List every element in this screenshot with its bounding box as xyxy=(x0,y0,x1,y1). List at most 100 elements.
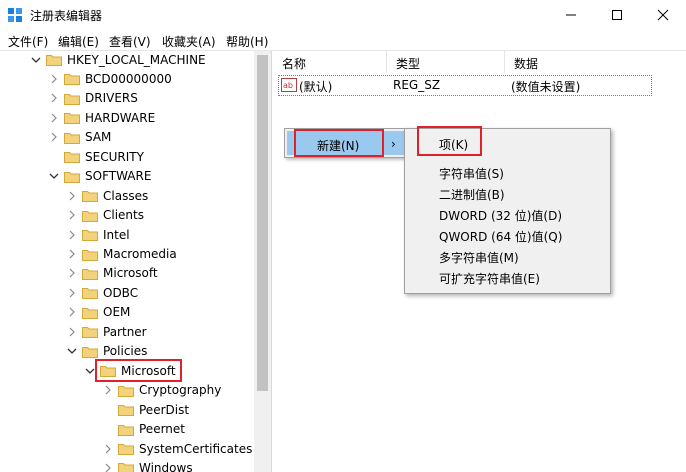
chevron-right-icon[interactable] xyxy=(66,267,78,279)
tree-node[interactable]: SystemCertificates xyxy=(102,439,252,458)
tree-node[interactable]: ODBC xyxy=(66,283,138,302)
chevron-right-icon[interactable] xyxy=(102,384,114,396)
tree-scrollbar[interactable] xyxy=(254,51,271,472)
tree-node[interactable]: Intel xyxy=(66,225,130,244)
tree-node[interactable]: DRIVERS xyxy=(48,89,138,108)
tree-node-label: DRIVERS xyxy=(85,91,138,106)
folder-icon xyxy=(64,170,80,183)
tree-node[interactable]: HARDWARE xyxy=(48,108,155,127)
tree-node-label: SAM xyxy=(85,130,112,145)
tree-node[interactable]: Microsoft xyxy=(66,264,158,283)
maximize-button[interactable] xyxy=(594,0,640,30)
menu-file[interactable]: 文件(F) xyxy=(8,33,48,50)
folder-icon xyxy=(64,111,80,125)
chevron-right-icon[interactable] xyxy=(102,462,114,472)
folder-icon xyxy=(82,209,98,222)
chevron-right-icon[interactable] xyxy=(66,229,78,241)
close-button[interactable] xyxy=(640,0,686,30)
chevron-right-icon[interactable] xyxy=(66,248,78,260)
folder-icon xyxy=(82,325,98,339)
tree-node[interactable]: Windows xyxy=(102,458,193,472)
tree-node-label: SECURITY xyxy=(85,149,144,164)
menu-favorites[interactable]: 收藏夹(A) xyxy=(162,33,216,50)
folder-icon xyxy=(118,384,134,397)
submenu-item[interactable]: QWORD (64 位)值(Q) xyxy=(439,228,562,245)
submenu-arrow-icon: › xyxy=(391,137,396,151)
maximize-icon xyxy=(612,10,622,20)
tree-scrollbar-thumb[interactable] xyxy=(257,55,268,391)
menu-edit[interactable]: 编辑(E) xyxy=(58,33,99,50)
folder-icon xyxy=(118,423,134,436)
chevron-right-icon[interactable] xyxy=(48,131,60,143)
folder-icon xyxy=(82,306,98,319)
tree-node[interactable]: OEM xyxy=(66,303,130,322)
menu-help[interactable]: 帮助(H) xyxy=(226,33,268,50)
folder-icon xyxy=(82,228,98,242)
tree-node-label: HARDWARE xyxy=(85,110,156,125)
tree-node-label: Policies xyxy=(103,344,148,359)
minimize-icon xyxy=(566,14,576,16)
tree-node-label: Microsoft xyxy=(103,266,158,281)
chevron-right-icon[interactable] xyxy=(66,287,78,299)
highlight-box-new xyxy=(294,129,384,157)
registry-editor-app-icon xyxy=(8,8,22,22)
submenu-item[interactable]: 二进制值(B) xyxy=(439,186,505,203)
tree-node[interactable]: Peernet xyxy=(102,420,185,439)
column-header-data[interactable]: 数据 xyxy=(514,55,538,72)
tree-node-label: OEM xyxy=(103,305,131,320)
chevron-right-icon[interactable] xyxy=(48,92,60,104)
tree-node[interactable]: Partner xyxy=(66,322,147,341)
chevron-right-icon[interactable] xyxy=(66,209,78,221)
registry-tree[interactable]: HKEY_LOCAL_MACHINE BCD00000000 DRIVERS HARD… xyxy=(0,51,272,472)
tree-node[interactable]: Macromedia xyxy=(66,245,177,264)
submenu-item[interactable]: DWORD (32 位)值(D) xyxy=(439,207,562,224)
column-separator[interactable] xyxy=(504,51,505,73)
chevron-right-icon[interactable] xyxy=(48,112,60,124)
tree-node-label: Cryptography xyxy=(139,383,222,398)
tree-node[interactable]: SECURITY xyxy=(48,147,144,166)
menu-view[interactable]: 查看(V) xyxy=(109,33,151,50)
title-bar: 注册表编辑器 xyxy=(0,0,686,30)
folder-icon xyxy=(82,267,98,280)
tree-node[interactable]: Policies xyxy=(66,342,147,361)
tree-node[interactable]: SOFTWARE xyxy=(48,167,151,186)
tree-node[interactable]: Cryptography xyxy=(102,381,221,400)
tree-node[interactable]: PeerDist xyxy=(102,400,189,419)
submenu-item[interactable]: 字符串值(S) xyxy=(439,165,504,182)
value-name: (默认) xyxy=(299,80,333,94)
submenu-item[interactable]: 可扩充字符串值(E) xyxy=(439,270,540,287)
chevron-down-icon[interactable] xyxy=(48,170,60,182)
folder-icon xyxy=(64,92,80,105)
string-value-icon: ab xyxy=(281,78,297,92)
column-header-name[interactable]: 名称 xyxy=(282,55,306,72)
tree-node[interactable]: BCD00000000 xyxy=(48,69,172,88)
tree-node-label: Intel xyxy=(103,227,130,242)
chevron-down-icon[interactable] xyxy=(66,345,78,357)
tree-node[interactable]: Classes xyxy=(66,186,148,205)
folder-icon xyxy=(64,131,80,144)
chevron-down-icon[interactable] xyxy=(30,54,42,66)
tree-node[interactable]: HKEY_LOCAL_MACHINE xyxy=(30,51,206,69)
svg-text:ab: ab xyxy=(283,81,293,90)
folder-icon xyxy=(82,345,98,358)
tree-node-label: Classes xyxy=(103,188,149,203)
tree-node-label: Peernet xyxy=(139,422,185,437)
folder-icon xyxy=(118,442,134,455)
chevron-right-icon[interactable] xyxy=(102,443,114,455)
column-header-type[interactable]: 类型 xyxy=(396,55,420,72)
tree-node-label: Macromedia xyxy=(103,247,177,261)
minimize-button[interactable] xyxy=(548,0,594,30)
menu-bar: 文件(F) 编辑(E) 查看(V) 收藏夹(A) 帮助(H) xyxy=(0,30,686,51)
tree-node[interactable]: Clients xyxy=(66,206,144,225)
value-row[interactable]: ab (默认) REG_SZ (数值未设置) xyxy=(278,75,652,96)
column-separator[interactable] xyxy=(386,51,387,73)
submenu-item[interactable]: 多字符串值(M) xyxy=(439,249,519,266)
chevron-right-icon[interactable] xyxy=(66,190,78,202)
value-type: REG_SZ xyxy=(393,78,441,92)
chevron-right-icon[interactable] xyxy=(66,306,78,318)
tree-node-label: Partner xyxy=(103,324,147,339)
chevron-right-icon[interactable] xyxy=(66,326,78,338)
chevron-right-icon[interactable] xyxy=(48,73,60,85)
tree-node[interactable]: SAM xyxy=(48,128,111,147)
